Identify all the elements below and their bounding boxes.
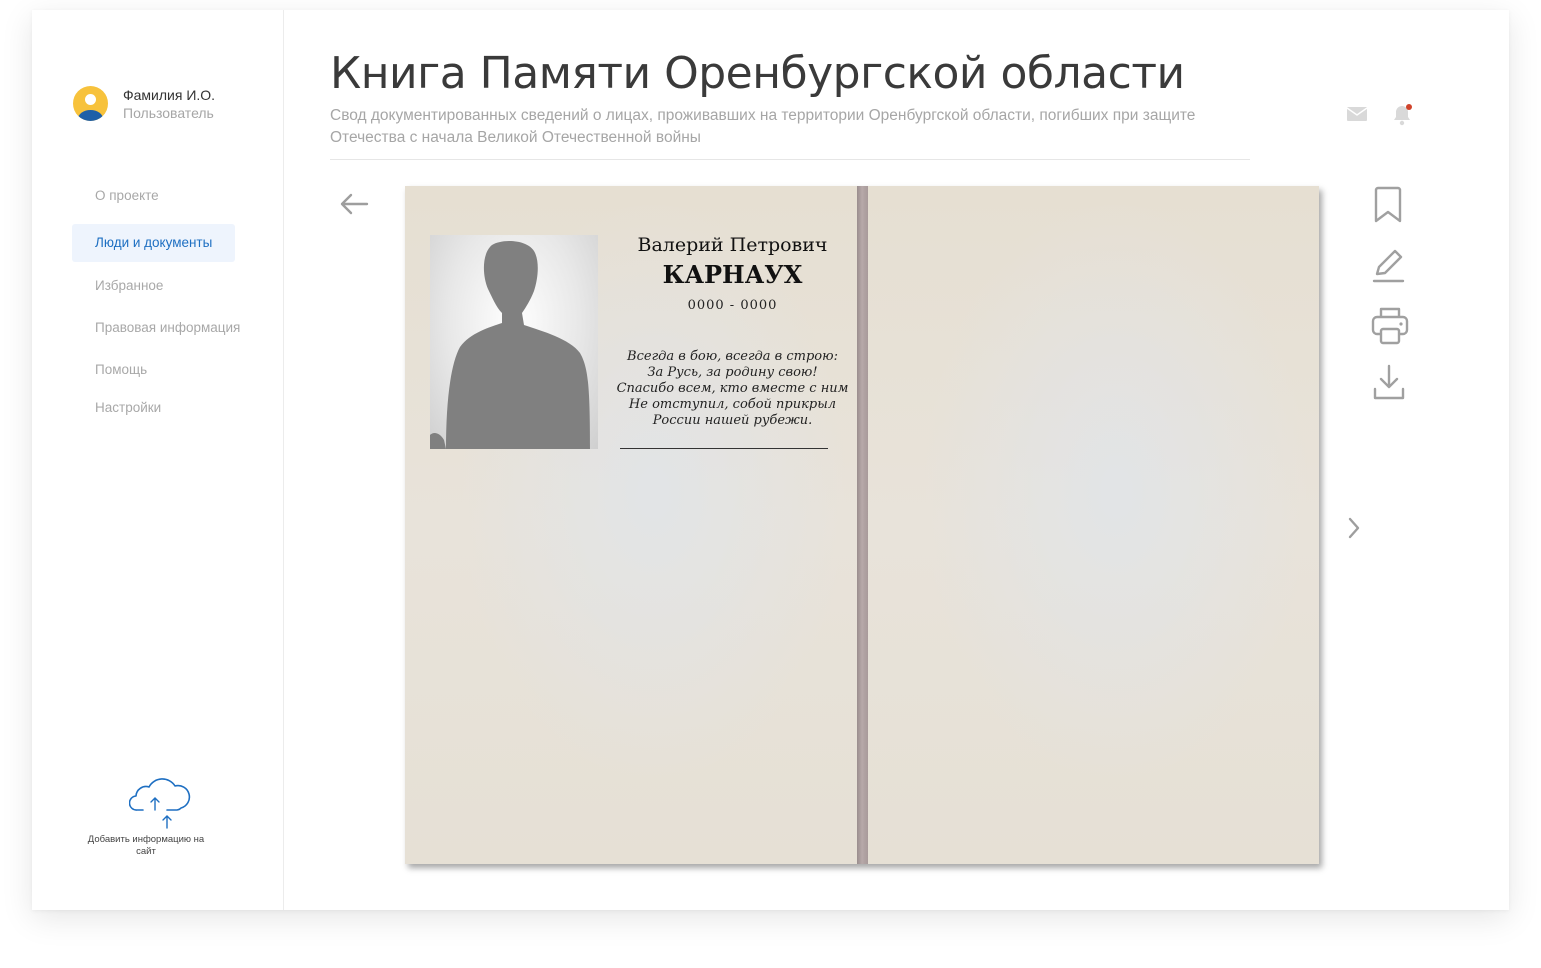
user-name: Фамилия И.О.: [123, 87, 216, 103]
sidebar-item-favorites[interactable]: Избранное: [72, 267, 186, 305]
poem-line: России нашей рубежи.: [652, 413, 813, 428]
book-page-right: [868, 186, 1319, 864]
cloud-upload-icon: [102, 772, 222, 830]
memory-book: Валерий Петрович КАРНАУХ 0000 - 0000 Все…: [405, 186, 1319, 864]
mail-icon[interactable]: [1346, 106, 1368, 127]
book-page-left: Валерий Петрович КАРНАУХ 0000 - 0000 Все…: [405, 186, 857, 864]
sidebar-item-settings[interactable]: Настройки: [72, 389, 184, 427]
poem: Всегда в бою, всегда в строю: За Русь, з…: [610, 349, 855, 429]
page-title: Книга Памяти Оренбургской области: [330, 48, 1185, 99]
sidebar-item-help[interactable]: Помощь: [72, 351, 170, 389]
upload-label: Добавить информацию на сайт: [87, 834, 205, 857]
signature-line: [620, 448, 828, 449]
user-role: Пользователь: [123, 105, 214, 121]
back-arrow-icon[interactable]: [338, 190, 370, 223]
poem-line: Спасибо всем, кто вместе с ним: [616, 381, 849, 396]
print-icon[interactable]: [1370, 305, 1410, 352]
next-chevron-icon[interactable]: [1345, 515, 1363, 546]
notification-dot: [1406, 104, 1412, 110]
sidebar: Фамилия И.О. Пользователь О проекте Люди…: [32, 10, 284, 910]
person-last-name: КАРНАУХ: [662, 260, 803, 289]
sidebar-item-legal[interactable]: Правовая информация: [72, 309, 263, 347]
download-icon[interactable]: [1370, 363, 1408, 408]
person-photo-silhouette: [430, 235, 598, 449]
poem-line: За Русь, за родину свою!: [647, 365, 818, 380]
book-spine: [857, 186, 868, 864]
avatar[interactable]: [73, 86, 108, 121]
sidebar-item-people-documents[interactable]: Люди и документы: [72, 224, 236, 262]
poem-line: Всегда в бою, всегда в строю:: [627, 349, 838, 364]
upload-button[interactable]: Добавить информацию на сайт: [88, 772, 222, 858]
bookmark-icon[interactable]: [1370, 185, 1406, 230]
edit-icon[interactable]: [1370, 245, 1406, 290]
poem-line: Не отступил, собой прикрыл: [628, 397, 837, 412]
person-dates: 0000 - 0000: [687, 298, 778, 313]
person-first-names: Валерий Петрович: [637, 234, 828, 256]
page-subtitle: Свод документированных сведений о лицах,…: [330, 107, 1196, 146]
header-divider: [330, 159, 1250, 160]
sidebar-item-about[interactable]: О проекте: [72, 177, 182, 215]
